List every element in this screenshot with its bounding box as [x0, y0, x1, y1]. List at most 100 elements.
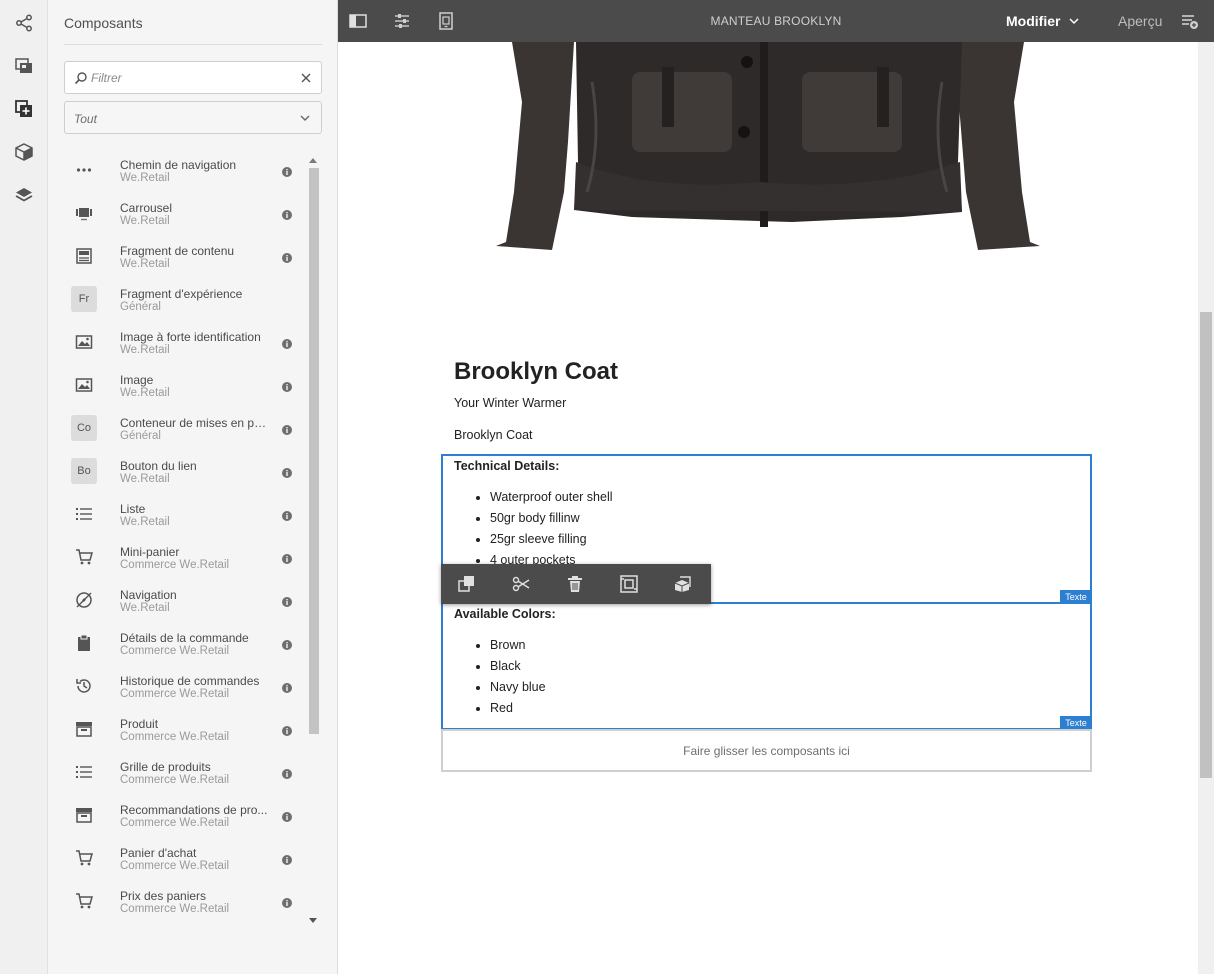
share-icon[interactable] [12, 11, 36, 35]
search-input[interactable] [91, 67, 291, 89]
info-icon[interactable] [282, 253, 292, 263]
component-name: Recommandations de pro... [120, 803, 268, 817]
component-drop-zone[interactable]: Faire glisser les composants ici [441, 729, 1092, 772]
component-item[interactable]: Image We.Retail [64, 366, 304, 409]
component-item[interactable]: Co Conteneur de mises en page Général [64, 409, 304, 452]
info-icon[interactable] [282, 468, 292, 478]
component-group: We.Retail [120, 344, 170, 356]
component-toolbar [441, 564, 711, 604]
layers-icon[interactable] [12, 183, 36, 207]
component-group: We.Retail [120, 258, 170, 270]
component-name: Image à forte identification [120, 330, 261, 344]
component-item[interactable]: Fr Fragment d'expérience Général [64, 280, 304, 323]
list-icon [71, 501, 97, 527]
component-type-tag: Texte [1060, 716, 1092, 730]
info-icon[interactable] [282, 511, 292, 521]
convert-to-experience-fragment-icon[interactable] [674, 575, 692, 593]
info-icon[interactable] [282, 597, 292, 607]
component-group: Commerce We.Retail [120, 645, 230, 657]
component-item[interactable]: Recommandations de pro... Commerce We.Ret… [64, 796, 304, 839]
cart-icon [71, 888, 97, 914]
info-icon[interactable] [282, 167, 292, 177]
info-icon[interactable] [282, 210, 292, 220]
info-icon[interactable] [282, 726, 292, 736]
product-name[interactable]: Brooklyn Coat [454, 428, 533, 442]
available-colors-text-component[interactable]: Available Colors: BrownBlackNavy blueRed… [441, 602, 1092, 730]
info-icon[interactable] [282, 855, 292, 865]
history-icon [71, 673, 97, 699]
component-name: Navigation [120, 588, 177, 602]
cut-icon[interactable] [512, 575, 530, 593]
page-scrollbar-thumb[interactable] [1200, 312, 1212, 778]
list-icon [71, 759, 97, 785]
info-icon[interactable] [282, 769, 292, 779]
list-item: Black [490, 656, 546, 677]
image-icon [71, 372, 97, 398]
component-name: Grille de produits [120, 760, 211, 774]
product-heading[interactable]: Brooklyn Coat [454, 358, 618, 386]
component-group: Commerce We.Retail [120, 903, 230, 915]
components-icon[interactable] [12, 97, 36, 121]
product-subtitle[interactable]: Your Winter Warmer [454, 396, 566, 410]
component-group: Commerce We.Retail [120, 688, 230, 700]
info-icon[interactable] [282, 898, 292, 908]
content-fragment-icon [71, 243, 97, 269]
component-group: We.Retail [120, 172, 170, 184]
info-icon[interactable] [282, 425, 292, 435]
mode-selector[interactable]: Modifier [1006, 13, 1060, 29]
cart-icon [71, 845, 97, 871]
info-icon[interactable] [282, 554, 292, 564]
component-item[interactable]: Prix des paniers Commerce We.Retail [64, 882, 304, 925]
component-name: Mini-panier [120, 545, 180, 559]
component-item[interactable]: Produit Commerce We.Retail [64, 710, 304, 753]
component-item[interactable]: Mini-panier Commerce We.Retail [64, 538, 304, 581]
component-item[interactable]: Chemin de navigation We.Retail [64, 151, 304, 194]
info-icon[interactable] [282, 382, 292, 392]
image-icon [71, 329, 97, 355]
component-group: Commerce We.Retail [120, 817, 230, 829]
component-item[interactable]: Navigation We.Retail [64, 581, 304, 624]
group-filter-value: Tout [74, 112, 97, 126]
component-item[interactable]: Image à forte identification We.Retail [64, 323, 304, 366]
content-tree-icon[interactable] [12, 140, 36, 164]
page-title: MANTEAU BROOKLYN [710, 14, 842, 28]
side-rail [0, 0, 48, 974]
info-icon[interactable] [282, 339, 292, 349]
group-icon[interactable] [620, 575, 638, 593]
preview-button[interactable]: Aperçu [1118, 13, 1162, 29]
component-item[interactable]: Grille de produits Commerce We.Retail [64, 753, 304, 796]
component-name: Produit [120, 717, 159, 731]
component-item[interactable]: Bo Bouton du lien We.Retail [64, 452, 304, 495]
clear-icon[interactable] [299, 71, 313, 85]
component-name: Fragment de contenu [120, 244, 235, 258]
info-icon[interactable] [282, 683, 292, 693]
component-item[interactable]: Détails de la commande Commerce We.Retail [64, 624, 304, 667]
component-group: Général [120, 430, 161, 442]
chevron-down-icon [300, 115, 310, 121]
component-item[interactable]: Carrousel We.Retail [64, 194, 304, 237]
available-colors-title: Available Colors: [454, 607, 556, 621]
copy-icon[interactable] [458, 575, 476, 593]
component-group: Commerce We.Retail [120, 559, 230, 571]
component-group: Commerce We.Retail [120, 860, 230, 872]
component-name: Panier d'achat [120, 846, 197, 860]
assets-icon[interactable] [12, 54, 36, 78]
list-item: Red [490, 698, 546, 719]
component-item[interactable]: Historique de commandes Commerce We.Retai… [64, 667, 304, 710]
scroll-up-arrow[interactable] [307, 156, 319, 164]
component-name: Détails de la commande [120, 631, 249, 645]
group-filter-select[interactable]: Tout [64, 101, 322, 134]
info-icon[interactable] [282, 812, 292, 822]
clipboard-icon [71, 630, 97, 656]
annotations-icon[interactable] [1181, 12, 1199, 30]
component-item[interactable]: Fragment de contenu We.Retail [64, 237, 304, 280]
scroll-down-arrow[interactable] [307, 917, 319, 925]
component-item[interactable]: Liste We.Retail [64, 495, 304, 538]
component-badge: Fr [71, 286, 97, 312]
scrollbar-thumb[interactable] [309, 168, 319, 734]
info-icon[interactable] [282, 640, 292, 650]
component-item[interactable]: Panier d'achat Commerce We.Retail [64, 839, 304, 882]
delete-icon[interactable] [566, 575, 584, 593]
product-image[interactable] [492, 42, 1044, 254]
chevron-down-icon[interactable] [1069, 16, 1079, 26]
